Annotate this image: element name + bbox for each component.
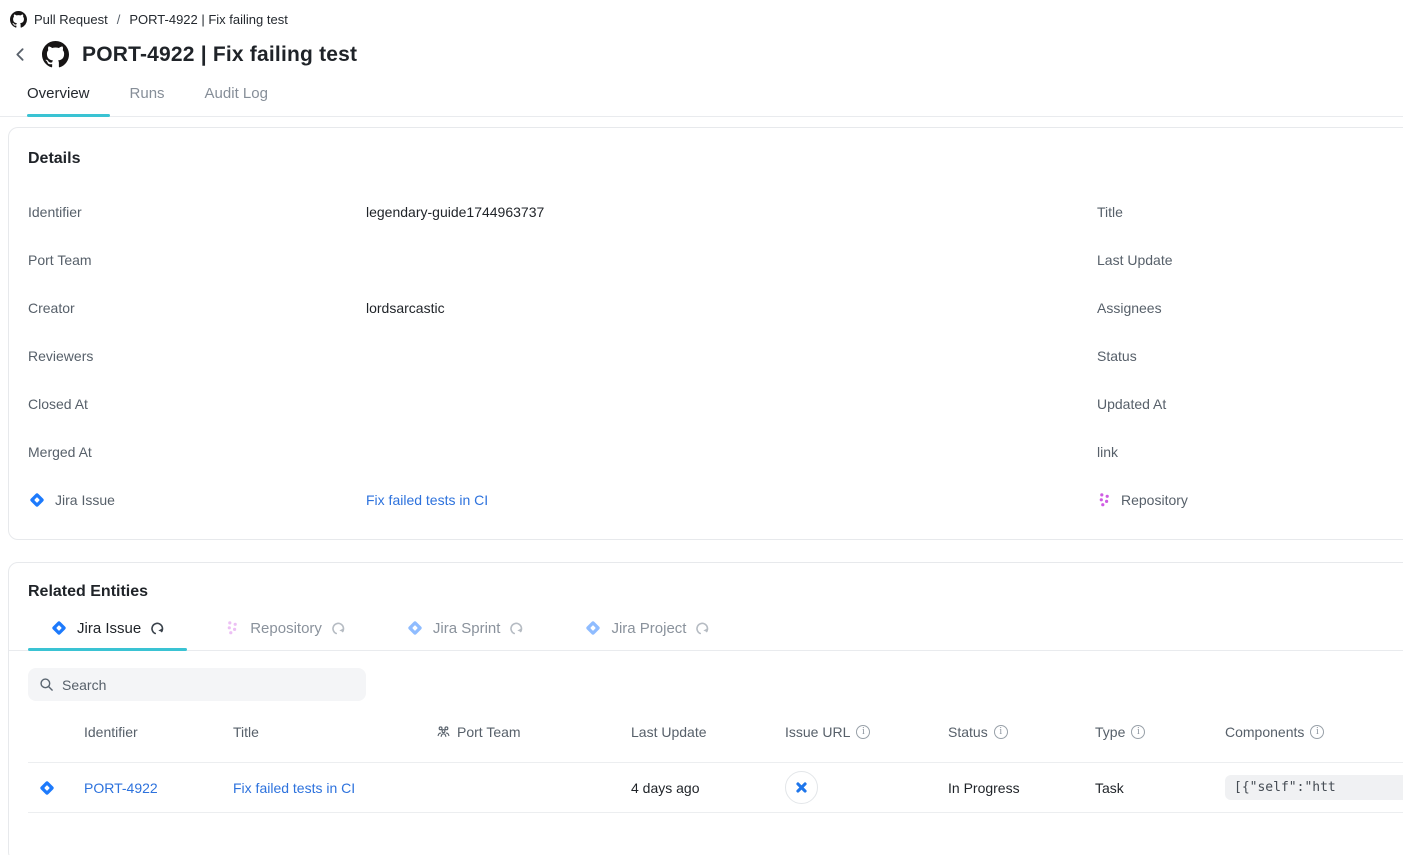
repository-icon bbox=[1097, 492, 1113, 508]
search-input[interactable] bbox=[62, 677, 342, 693]
column-header-last-update[interactable]: Last Update bbox=[631, 724, 785, 740]
info-icon[interactable]: i bbox=[994, 725, 1008, 739]
row-last-update: 4 days ago bbox=[631, 780, 785, 796]
column-header-components[interactable]: Components i bbox=[1225, 724, 1403, 740]
explore-graph-arrow-icon bbox=[331, 621, 346, 636]
details-fields: Identifier legendary-guide1744963737 Tit… bbox=[28, 188, 1403, 524]
issue-url-link[interactable] bbox=[785, 771, 818, 804]
chevron-left-icon bbox=[12, 46, 29, 63]
details-row: Creator lordsarcastic Assignees bbox=[28, 284, 1403, 332]
related-tab-jira-project[interactable]: Jira Project bbox=[562, 619, 732, 650]
field-label-identifier: Identifier bbox=[28, 204, 366, 220]
explore-graph-arrow-icon bbox=[695, 621, 710, 636]
breadcrumb-blueprint[interactable]: Pull Request bbox=[34, 12, 108, 27]
related-entity-tabs: Jira Issue Repository Jira Sprint Jira P… bbox=[9, 619, 1403, 651]
column-header-label: Status bbox=[948, 724, 988, 740]
row-components-value: [{"self":"htt bbox=[1225, 775, 1403, 800]
related-entities-search bbox=[28, 668, 366, 701]
jira-icon bbox=[38, 779, 56, 797]
field-label-jira-issue: Jira Issue bbox=[28, 491, 366, 509]
tab-overview[interactable]: Overview bbox=[27, 85, 90, 116]
repository-label: Repository bbox=[1121, 492, 1188, 508]
page-header: PORT-4922 | Fix failing test bbox=[12, 41, 1403, 68]
related-tab-jira-sprint[interactable]: Jira Sprint bbox=[384, 619, 547, 650]
related-tab-repository[interactable]: Repository bbox=[203, 619, 368, 650]
field-label-updated-at: Updated At bbox=[1097, 396, 1166, 412]
row-status: In Progress bbox=[948, 780, 1095, 796]
breadcrumb-entity: PORT-4922 | Fix failing test bbox=[129, 12, 287, 27]
entity-tabs: Overview Runs Audit Log bbox=[0, 85, 1403, 117]
github-icon bbox=[10, 11, 27, 28]
column-header-title[interactable]: Title bbox=[233, 724, 436, 740]
related-entities-card: Related Entities Jira Issue Repository J… bbox=[8, 562, 1403, 855]
jira-logo-icon bbox=[793, 779, 810, 796]
back-button[interactable] bbox=[12, 46, 29, 63]
details-row: Jira Issue Fix failed tests in CI Reposi… bbox=[28, 476, 1403, 524]
column-header-label: Components bbox=[1225, 724, 1304, 740]
search-icon bbox=[39, 677, 54, 692]
field-label-title: Title bbox=[1097, 204, 1123, 220]
explore-graph-arrow-icon bbox=[509, 621, 524, 636]
row-identifier-link[interactable]: PORT-4922 bbox=[84, 780, 158, 796]
field-label-creator: Creator bbox=[28, 300, 366, 316]
related-table-header: Identifier Title Port Team Last Update I… bbox=[28, 701, 1403, 763]
details-row: Port Team Last Update bbox=[28, 236, 1403, 284]
field-label-last-update: Last Update bbox=[1097, 252, 1173, 268]
info-icon[interactable]: i bbox=[856, 725, 870, 739]
row-type: Task bbox=[1095, 780, 1225, 796]
details-row: Merged At link bbox=[28, 428, 1403, 476]
jira-issue-link[interactable]: Fix failed tests in CI bbox=[366, 492, 488, 508]
details-heading: Details bbox=[28, 150, 1403, 168]
jira-icon bbox=[28, 491, 46, 509]
field-label-assignees: Assignees bbox=[1097, 300, 1162, 316]
field-label-merged-at: Merged At bbox=[28, 444, 366, 460]
field-label-repository: Repository bbox=[1097, 492, 1188, 508]
github-icon bbox=[42, 41, 69, 68]
row-title-link[interactable]: Fix failed tests in CI bbox=[233, 780, 355, 796]
column-header-status[interactable]: Status i bbox=[948, 724, 1095, 740]
related-tab-label: Jira Sprint bbox=[433, 620, 501, 637]
column-header-label: Type bbox=[1095, 724, 1125, 740]
jira-icon bbox=[406, 619, 424, 637]
field-label-closed-at: Closed At bbox=[28, 396, 366, 412]
info-icon[interactable]: i bbox=[1131, 725, 1145, 739]
field-label-link: link bbox=[1097, 444, 1118, 460]
related-entities-heading: Related Entities bbox=[9, 583, 1403, 601]
tab-runs[interactable]: Runs bbox=[130, 85, 165, 116]
field-value-creator: lordsarcastic bbox=[366, 300, 1097, 316]
details-row: Closed At Updated At bbox=[28, 380, 1403, 428]
related-tab-label: Repository bbox=[250, 620, 322, 637]
jira-icon bbox=[584, 619, 602, 637]
field-label-reviewers: Reviewers bbox=[28, 348, 366, 364]
column-header-identifier[interactable]: Identifier bbox=[84, 724, 233, 740]
related-tab-jira-issue[interactable]: Jira Issue bbox=[28, 619, 187, 650]
repository-icon bbox=[225, 620, 241, 636]
breadcrumb: Pull Request / PORT-4922 | Fix failing t… bbox=[0, 0, 1403, 28]
details-row: Reviewers Status bbox=[28, 332, 1403, 380]
explore-graph-arrow-icon bbox=[150, 621, 165, 636]
field-label-port-team: Port Team bbox=[28, 252, 366, 268]
details-card: Details Identifier legendary-guide174496… bbox=[8, 127, 1403, 540]
column-header-label: Port Team bbox=[457, 724, 521, 740]
table-row[interactable]: PORT-4922 Fix failed tests in CI 4 days … bbox=[28, 763, 1403, 813]
details-row: Identifier legendary-guide1744963737 Tit… bbox=[28, 188, 1403, 236]
column-header-label: Issue URL bbox=[785, 724, 850, 740]
breadcrumb-separator: / bbox=[115, 12, 123, 27]
team-icon bbox=[436, 724, 451, 739]
field-label-status: Status bbox=[1097, 348, 1137, 364]
related-tab-label: Jira Issue bbox=[77, 620, 141, 637]
column-header-type[interactable]: Type i bbox=[1095, 724, 1225, 740]
column-header-issue-url[interactable]: Issue URL i bbox=[785, 724, 948, 740]
column-header-port-team[interactable]: Port Team bbox=[436, 724, 631, 740]
jira-issue-label: Jira Issue bbox=[55, 492, 115, 508]
info-icon[interactable]: i bbox=[1310, 725, 1324, 739]
tab-audit-log[interactable]: Audit Log bbox=[205, 85, 268, 116]
field-value-identifier: legendary-guide1744963737 bbox=[366, 204, 1097, 220]
related-tab-label: Jira Project bbox=[611, 620, 686, 637]
jira-icon bbox=[50, 619, 68, 637]
page-title: PORT-4922 | Fix failing test bbox=[82, 43, 357, 67]
